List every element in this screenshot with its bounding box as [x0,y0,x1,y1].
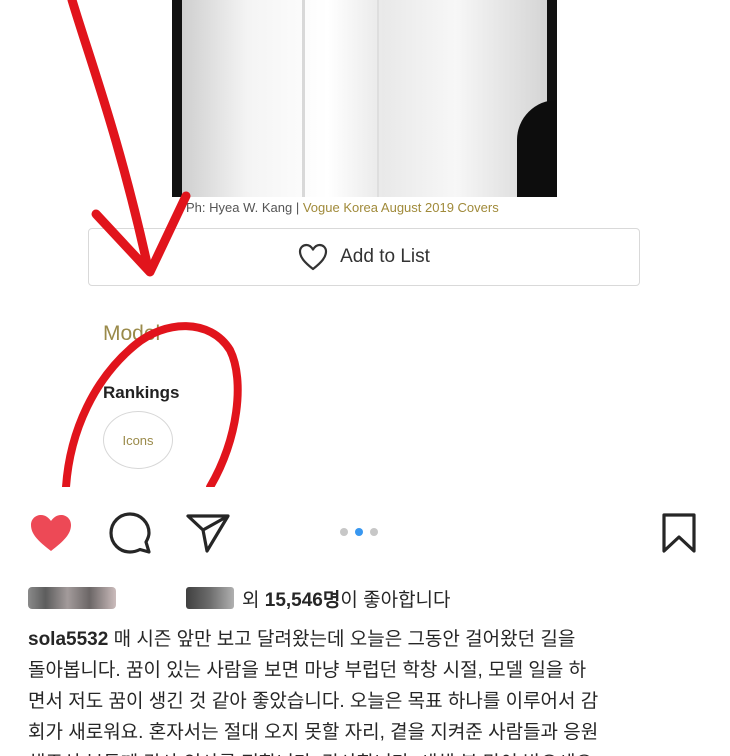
likes-row: 외 15,546명이 좋아합니다 [28,584,451,612]
post-caption: sola5532 매 시즌 앞만 보고 달려왔는데 오늘은 그동안 걸어왔던 길… [28,624,708,756]
embedded-screenshot: Ph: Hyea W. Kang | Vogue Korea August 20… [0,0,730,487]
post-action-bar [0,500,730,564]
caption-username[interactable]: sola5532 [28,629,108,650]
liker-avatars-blurred [28,587,116,609]
paper-plane-icon [186,514,230,553]
comment-icon [109,512,151,554]
caption-line: 면서 저도 꿈이 생긴 것 같아 좋았습니다. 오늘은 목표 하나를 이루어서 … [28,691,599,712]
caption-line: 해주신 분들께 감사 인사를 전합니다. 감사합니다. 새해 복 많이 받으세요 [28,748,708,756]
likes-count: 15,546명 [264,589,341,611]
caption-line: 회가 새로워요. 혼자서는 절대 오지 못할 자리, 곁을 지켜준 사람들과 응… [28,722,599,743]
liker-name-blurred [186,587,234,609]
carousel-dot-active [355,528,363,536]
carousel-dot [340,528,348,536]
share-button[interactable] [185,510,231,556]
likes-count-text[interactable]: 외 15,546명이 좋아합니다 [242,585,451,612]
caption-line: 돌아봅니다. 꿈이 있는 사람을 보면 마냥 부럽던 학창 시절, 모델 일을 … [28,660,587,681]
red-circle [62,322,242,487]
likes-suffix: 이 좋아합니다 [340,589,451,611]
carousel-dot [370,528,378,536]
red-annotation-marks [62,0,242,487]
comment-button[interactable] [107,510,153,556]
bookmark-icon [662,513,696,553]
save-button[interactable] [656,510,702,556]
caption-line: sola5532 매 시즌 앞만 보고 달려왔는데 오늘은 그동안 걸어왔던 길… [28,629,576,650]
heart-filled-icon [31,515,71,551]
likes-prefix: 외 [242,589,265,611]
like-button[interactable] [28,510,74,556]
carousel-indicator [340,528,378,536]
